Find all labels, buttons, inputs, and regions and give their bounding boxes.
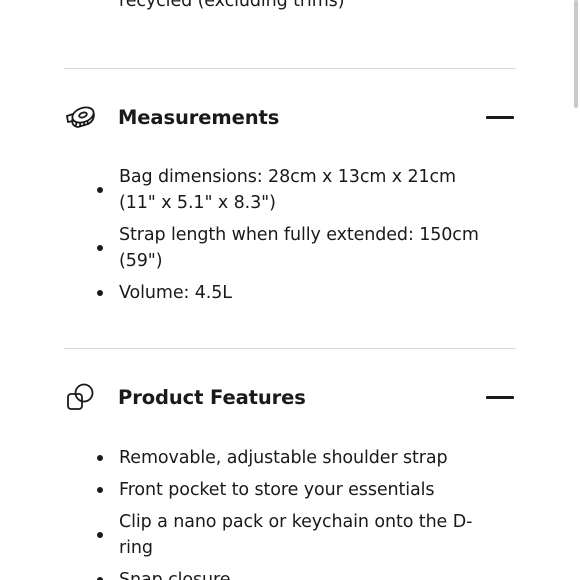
list-item: Volume: 4.5L — [97, 280, 487, 306]
list-item: Removable, adjustable shoulder strap — [97, 445, 487, 471]
bullet-icon — [97, 532, 103, 538]
previous-section-list: recycled (excluding trims) — [97, 0, 487, 20]
scrollbar[interactable] — [574, 0, 578, 108]
bullet-icon — [97, 455, 103, 461]
list-item-text: Volume: 4.5L — [119, 283, 232, 303]
list-item: recycled (excluding trims) — [97, 0, 487, 14]
product-features-title: Product Features — [118, 385, 306, 409]
measurements-list: Bag dimensions: 28cm x 13cm x 21cm (11" … — [97, 164, 487, 312]
list-item-text: Front pocket to store your essentials — [119, 480, 435, 500]
product-features-list: Removable, adjustable shoulder strap Fro… — [97, 445, 487, 580]
bullet-icon — [97, 290, 103, 296]
list-item-text: Bag dimensions: 28cm x 13cm x 21cm (11" … — [119, 167, 457, 213]
collapse-minus-icon[interactable] — [486, 395, 514, 399]
bullet-icon — [97, 245, 103, 251]
list-item: Strap length when fully extended: 150cm … — [97, 222, 487, 274]
overlapping-shapes-icon — [64, 380, 98, 414]
measurements-title: Measurements — [118, 105, 280, 129]
divider — [64, 68, 516, 69]
product-features-header[interactable]: Product Features — [64, 377, 516, 417]
list-item-text: recycled (excluding trims) — [119, 0, 345, 11]
list-item: Clip a nano pack or keychain onto the D-… — [97, 509, 487, 561]
product-details-page: recycled (excluding trims) Measurements … — [0, 0, 580, 580]
list-item: Front pocket to store your essentials — [97, 477, 487, 503]
bullet-icon — [97, 487, 103, 493]
collapse-minus-icon[interactable] — [486, 115, 514, 119]
list-item-text: Clip a nano pack or keychain onto the D-… — [119, 512, 473, 558]
list-item: Bag dimensions: 28cm x 13cm x 21cm (11" … — [97, 164, 487, 216]
measuring-tape-icon — [64, 100, 98, 134]
list-item-text: Snap closure — [119, 570, 231, 580]
list-item: Snap closure — [97, 567, 487, 580]
divider — [64, 348, 516, 349]
bullet-icon — [97, 187, 103, 193]
measurements-header[interactable]: Measurements — [64, 97, 516, 137]
list-item-text: Removable, adjustable shoulder strap — [119, 448, 448, 468]
list-item-text: Strap length when fully extended: 150cm … — [119, 225, 479, 271]
